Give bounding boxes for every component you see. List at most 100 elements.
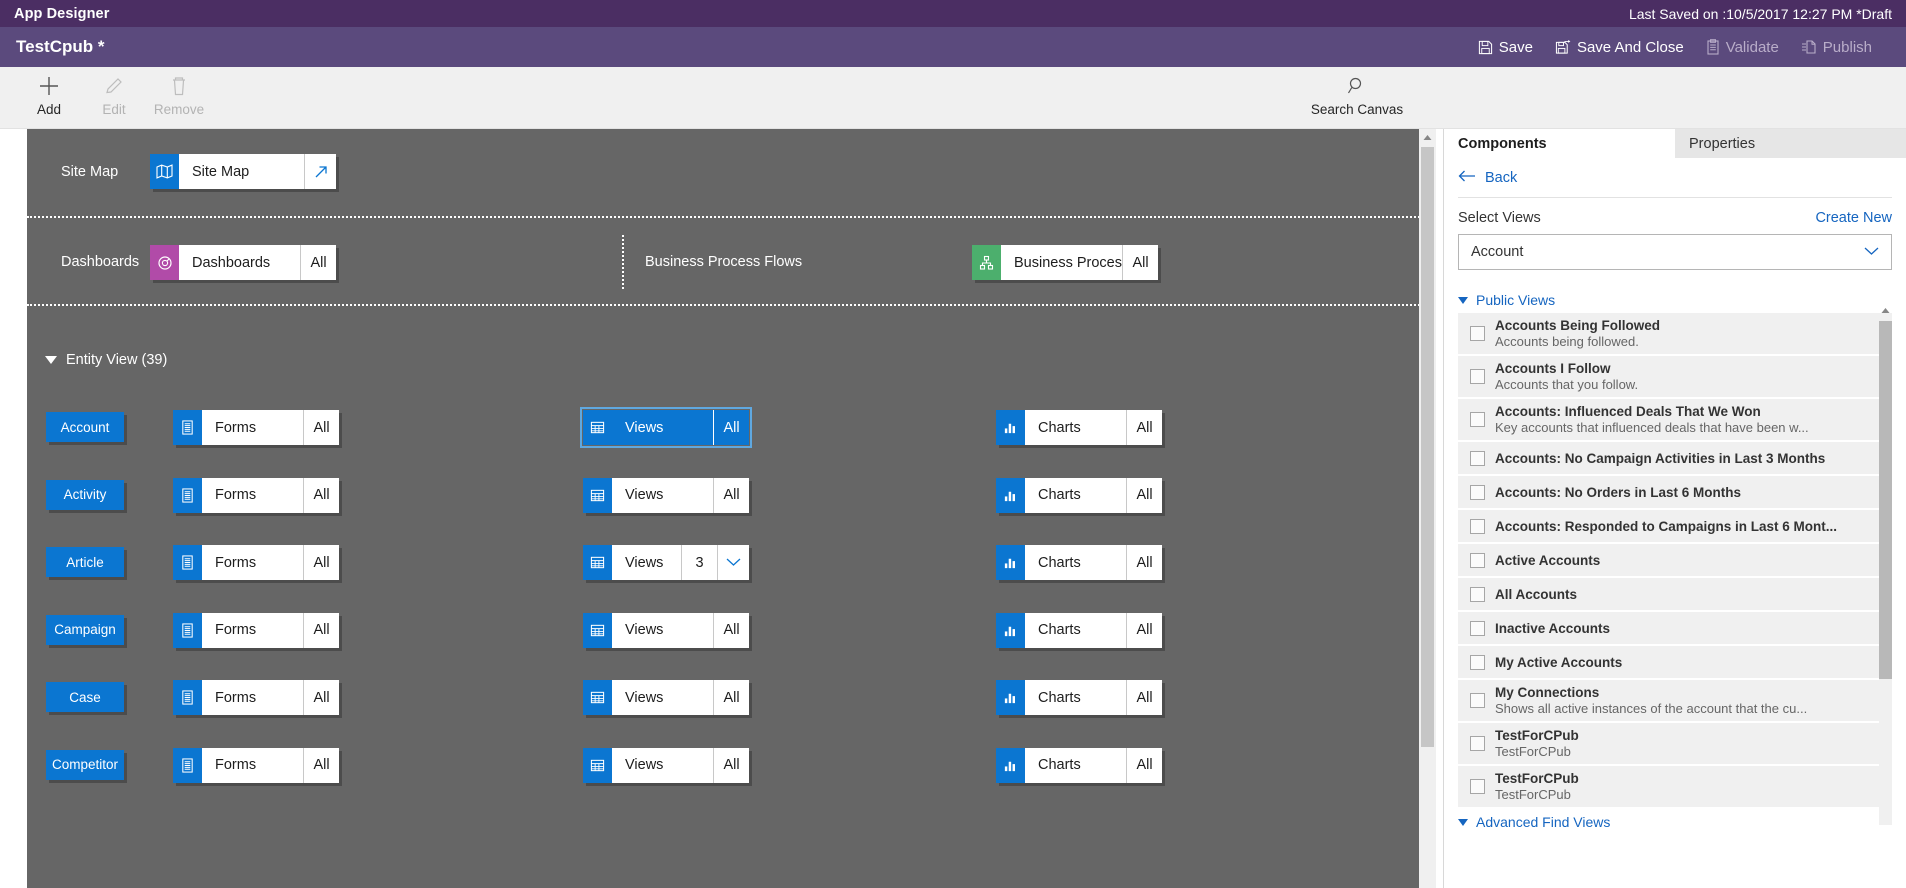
view-list-item[interactable]: My Connections Shows all active instances… <box>1458 680 1892 723</box>
save-icon <box>1478 40 1493 55</box>
views-group-header[interactable]: Advanced Find Views <box>1458 809 1892 835</box>
view-list-item[interactable]: TestForCPub TestForCPub <box>1458 723 1892 766</box>
search-icon <box>1347 73 1367 99</box>
view-checkbox[interactable] <box>1470 779 1485 794</box>
view-checkbox[interactable] <box>1470 736 1485 751</box>
view-list-item[interactable]: Accounts: No Orders in Last 6 Months <box>1458 476 1892 510</box>
charts-tile[interactable]: Charts All <box>996 612 1162 648</box>
forms-tile[interactable]: Forms All <box>173 747 339 783</box>
view-list-item[interactable]: Accounts: No Campaign Activities in Last… <box>1458 442 1892 476</box>
publish-button[interactable]: Publish <box>1801 39 1872 56</box>
entity-chip[interactable]: Case <box>46 682 124 712</box>
charts-tile[interactable]: Charts All <box>996 680 1162 715</box>
view-checkbox[interactable] <box>1470 369 1485 384</box>
view-checkbox[interactable] <box>1470 586 1485 602</box>
view-icon <box>583 477 612 513</box>
view-list-item[interactable]: All Accounts <box>1458 578 1892 612</box>
view-checkbox[interactable] <box>1470 484 1485 500</box>
views-group-header[interactable]: Public Views <box>1458 287 1892 313</box>
forms-tile-count: All <box>303 545 339 580</box>
scroll-up-arrow-icon[interactable] <box>1419 129 1436 146</box>
view-icon <box>583 747 612 783</box>
chevron-down-icon <box>1458 818 1468 826</box>
entity-chip-label: Competitor <box>51 757 119 772</box>
views-tile-name: Views <box>625 757 664 773</box>
entity-chip[interactable]: Article <box>46 547 124 577</box>
publish-icon <box>1801 39 1817 55</box>
views-tile[interactable]: Views All <box>583 612 749 648</box>
search-canvas-button[interactable]: Search Canvas <box>1297 73 1417 117</box>
save-button[interactable]: Save <box>1478 39 1533 56</box>
entity-chip[interactable]: Activity <box>46 479 124 510</box>
list-scroll-up-icon[interactable] <box>1879 305 1892 315</box>
entity-select-dropdown[interactable]: Account <box>1458 234 1892 270</box>
view-checkbox[interactable] <box>1470 450 1485 466</box>
forms-tile[interactable]: Forms All <box>173 477 339 513</box>
view-checkbox[interactable] <box>1470 552 1485 568</box>
charts-tile-count: All <box>1126 612 1162 648</box>
view-icon <box>583 545 612 580</box>
charts-tile[interactable]: Charts All <box>996 477 1162 513</box>
trash-icon <box>169 73 189 99</box>
validate-button[interactable]: Validate <box>1706 39 1779 56</box>
views-tile[interactable]: Views All <box>583 477 749 513</box>
entity-chip[interactable]: Account <box>46 412 124 442</box>
forms-tile[interactable]: Forms All <box>173 680 339 715</box>
view-list-item[interactable]: TestForCPub TestForCPub <box>1458 766 1892 809</box>
view-item-title: All Accounts <box>1495 586 1578 602</box>
open-arrow-icon[interactable] <box>304 154 336 189</box>
charts-tile[interactable]: Charts All <box>996 747 1162 783</box>
right-panel-tabs: Components Properties <box>1444 129 1906 159</box>
entity-chip[interactable]: Competitor <box>46 749 124 780</box>
validate-label: Validate <box>1725 38 1779 56</box>
sitemap-tile[interactable]: Site Map <box>150 154 336 189</box>
views-tile[interactable]: Views All <box>583 747 749 783</box>
view-list-item[interactable]: Accounts I Follow Accounts that you follo… <box>1458 356 1892 399</box>
view-checkbox[interactable] <box>1470 654 1485 670</box>
view-checkbox[interactable] <box>1470 518 1485 534</box>
views-list-scroll-thumb[interactable] <box>1879 321 1892 679</box>
views-tile[interactable]: Views All <box>580 407 752 448</box>
views-tile[interactable]: Views All <box>583 680 749 715</box>
view-list-item[interactable]: Inactive Accounts <box>1458 612 1892 646</box>
views-list-scrollbar[interactable] <box>1879 307 1892 825</box>
edit-button[interactable]: Edit <box>77 73 151 117</box>
forms-tile[interactable]: Forms All <box>173 612 339 648</box>
view-list-item[interactable]: Accounts: Responded to Campaigns in Last… <box>1458 510 1892 544</box>
view-list-item[interactable]: Accounts: Influenced Deals That We Won Ke… <box>1458 399 1892 442</box>
canvas-scroll-thumb[interactable] <box>1421 147 1434 747</box>
view-list-item[interactable]: Accounts Being Followed Accounts being fo… <box>1458 313 1892 356</box>
view-list-item[interactable]: Active Accounts <box>1458 544 1892 578</box>
save-and-close-button[interactable]: Save And Close <box>1555 39 1684 56</box>
views-tile[interactable]: Views 3 <box>583 545 749 580</box>
canvas-scrollbar[interactable] <box>1419 129 1436 888</box>
charts-tile[interactable]: Charts All <box>996 545 1162 580</box>
entity-view-section-header[interactable]: Entity View (39) <box>45 352 167 368</box>
forms-tile[interactable]: Forms All <box>173 410 339 445</box>
bpf-row-label: Business Process Flows <box>645 254 803 270</box>
views-tile-count: All <box>713 680 749 715</box>
views-tile-name: Views <box>625 622 664 638</box>
tab-properties[interactable]: Properties <box>1675 129 1906 159</box>
view-checkbox[interactable] <box>1470 693 1485 708</box>
tab-components-label: Components <box>1458 135 1547 152</box>
view-checkbox[interactable] <box>1470 620 1485 636</box>
create-new-link[interactable]: Create New <box>1815 210 1892 226</box>
remove-button[interactable]: Remove <box>142 73 216 117</box>
view-checkbox[interactable] <box>1470 412 1485 427</box>
dashboards-tile[interactable]: Dashboards All <box>150 245 336 280</box>
charts-tile[interactable]: Charts All <box>996 410 1162 445</box>
tab-components[interactable]: Components <box>1444 129 1675 159</box>
view-checkbox[interactable] <box>1470 326 1485 341</box>
views-group-label: Public Views <box>1476 292 1556 308</box>
chevron-down-icon[interactable] <box>717 545 749 580</box>
app-designer-window: App Designer Last Saved on :10/5/2017 12… <box>0 0 1906 888</box>
view-item-title: TestForCPub <box>1495 771 1579 786</box>
add-button[interactable]: Add <box>12 73 86 117</box>
forms-tile[interactable]: Forms All <box>173 545 339 580</box>
command-bar: TestCpub * Save Save And Close Validate <box>0 27 1906 67</box>
back-button[interactable]: Back <box>1444 159 1906 197</box>
bpf-tile[interactable]: Business Proces... All <box>972 245 1158 280</box>
entity-chip[interactable]: Campaign <box>46 614 124 645</box>
view-list-item[interactable]: My Active Accounts <box>1458 646 1892 680</box>
